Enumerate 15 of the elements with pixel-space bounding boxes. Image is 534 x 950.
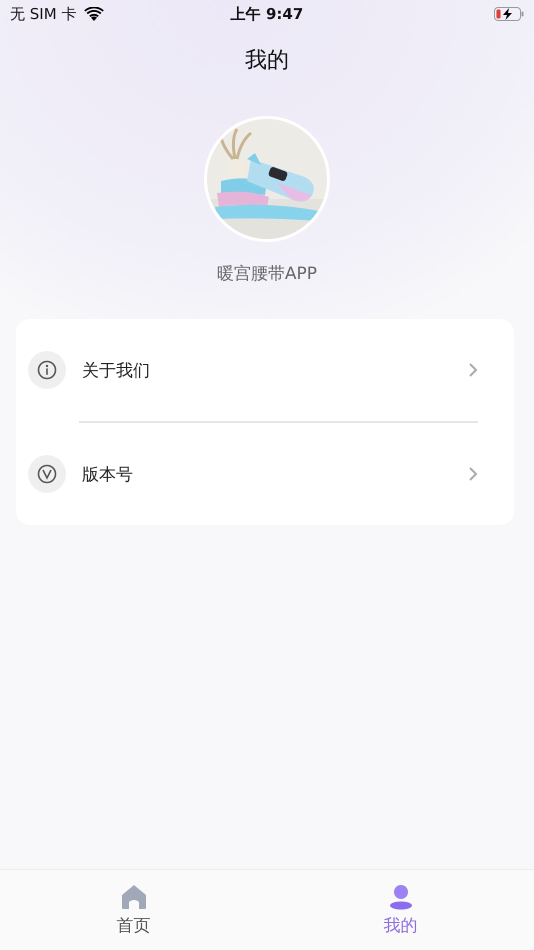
menu-item[interactable]: 版本号 [28,433,478,515]
app-name: 暖宫腰带APP [216,263,318,285]
battery-icon [494,7,524,21]
clock-time: 上午 9:47 [230,4,304,24]
menu-item[interactable]: 关于我们 [28,329,478,411]
wifi-icon [84,6,104,22]
page-title: 我的 [244,47,290,75]
chevron-right-icon [468,362,478,378]
chevron-right-icon [468,466,478,482]
home-icon [120,884,146,910]
tab-item[interactable]: 首页 [0,870,267,950]
tab-item[interactable]: 我的 [267,870,534,950]
person-icon [388,884,414,910]
info-icon [37,360,57,380]
carrier-label: 无 SIM 卡 [10,4,76,24]
